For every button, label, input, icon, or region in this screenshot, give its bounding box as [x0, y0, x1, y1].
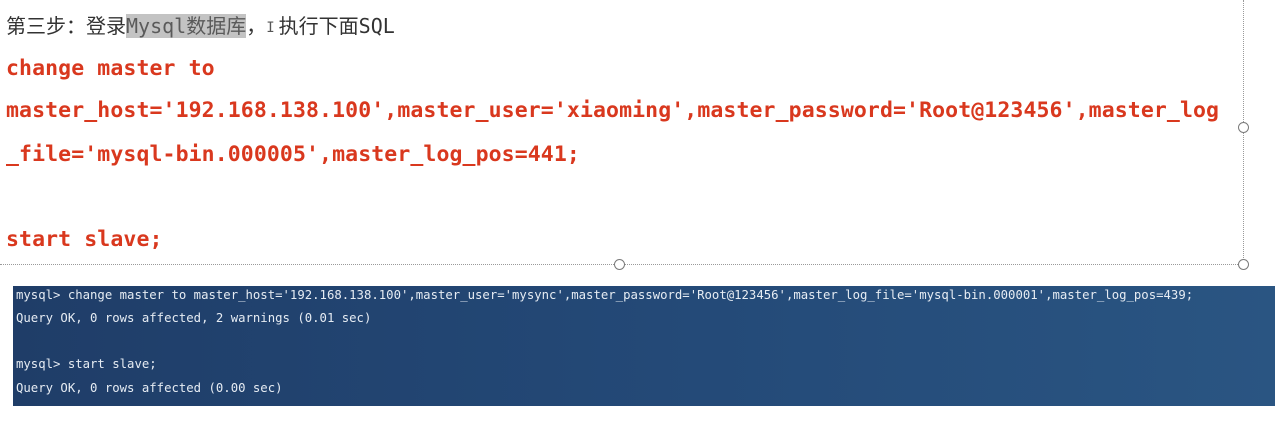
terminal-line-query-ok-warnings: Query OK, 0 rows affected, 2 warnings (0… — [16, 311, 372, 325]
resize-handle-bottom-right[interactable] — [1238, 259, 1249, 270]
step-separator: ， — [246, 14, 267, 38]
terminal-screenshot: mysql> change master to master_host='192… — [13, 286, 1275, 406]
terminal-line-change-master: mysql> change master to master_host='192… — [16, 288, 1194, 302]
sql-line-start-slave: start slave; — [6, 227, 163, 252]
terminal-line-query-ok: Query OK, 0 rows affected (0.00 sec) — [16, 381, 283, 395]
selected-text-highlight[interactable]: Mysql数据库 — [126, 14, 247, 38]
terminal-line-start-slave: mysql> start slave; — [16, 357, 157, 371]
resize-handle-bottom[interactable] — [614, 259, 625, 270]
step-suffix: 执行下面SQL — [278, 14, 395, 38]
step-prefix: 第三步：登录 — [6, 14, 126, 38]
sql-line-master-host: master_host='192.168.138.100',master_use… — [6, 98, 1220, 123]
text-cursor-icon: I — [266, 19, 275, 36]
slide-text-box[interactable]: 第三步：登录Mysql数据库，I 执行下面SQL change master to… — [0, 0, 1244, 264]
sql-line-change-master: change master to — [6, 56, 215, 81]
sql-line-log-file: _file='mysql-bin.000005',master_log_pos=… — [6, 142, 580, 167]
resize-handle-right[interactable] — [1238, 122, 1249, 133]
step-heading: 第三步：登录Mysql数据库，I 执行下面SQL — [6, 12, 395, 42]
